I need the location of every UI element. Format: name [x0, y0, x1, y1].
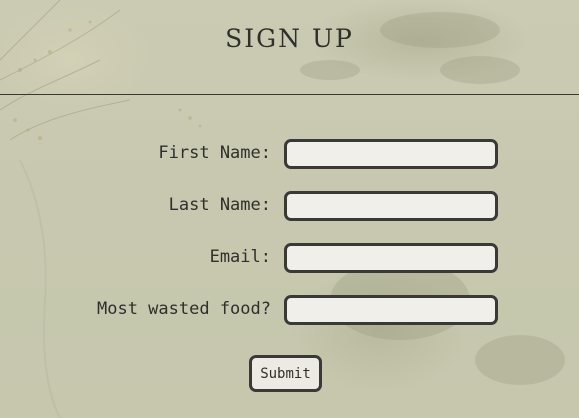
page-header: SIGN UP [0, 0, 579, 95]
first-name-row: First Name: [0, 139, 579, 169]
email-input[interactable] [284, 243, 498, 273]
last-name-row: Last Name: [0, 191, 579, 221]
email-label: Email: [209, 247, 271, 267]
last-name-input[interactable] [284, 191, 498, 221]
wasted-food-row: Most wasted food? [0, 295, 579, 325]
wasted-food-label: Most wasted food? [97, 299, 271, 319]
first-name-label: First Name: [158, 143, 271, 163]
email-row: Email: [0, 243, 579, 273]
submit-button[interactable]: Submit [249, 355, 322, 392]
first-name-input[interactable] [284, 139, 498, 169]
wasted-food-input[interactable] [284, 295, 498, 325]
last-name-label: Last Name: [168, 195, 271, 215]
page-title: SIGN UP [225, 24, 354, 53]
